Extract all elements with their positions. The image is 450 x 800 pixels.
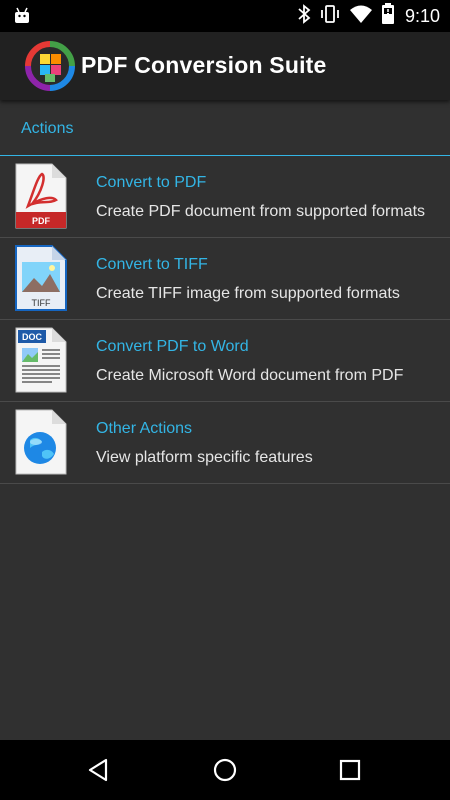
android-icon [12, 6, 32, 31]
svg-text:DOC: DOC [22, 332, 43, 342]
doc-file-icon: DOC [12, 326, 70, 394]
item-description: Create PDF document from supported forma… [96, 203, 426, 220]
battery-icon [381, 2, 395, 30]
item-title: Convert to TIFF [96, 256, 208, 273]
list-item-other-actions[interactable]: Other Actions View platform specific fea… [0, 402, 450, 484]
navigation-bar [0, 740, 450, 800]
actions-list: PDF Convert to PDF Create PDF document f… [0, 156, 450, 484]
app-title: PDF Conversion Suite [81, 52, 327, 78]
list-item-convert-pdf-to-word[interactable]: DOC Convert PDF to Word Create Microsoft… [0, 320, 450, 402]
item-description: Create Microsoft Word document from PDF [96, 367, 404, 384]
wifi-icon [349, 4, 373, 29]
item-description: Create TIFF image from supported formats [96, 285, 400, 302]
pdf-file-icon: PDF [12, 162, 70, 230]
bluetooth-icon [297, 3, 311, 29]
globe-file-icon [12, 408, 70, 476]
tiff-file-icon: TIFF [12, 244, 70, 312]
status-bar: 9:10 [0, 0, 450, 32]
item-title: Other Actions [96, 420, 193, 437]
back-icon[interactable] [84, 754, 116, 786]
status-time: 9:10 [404, 5, 440, 26]
item-title: Convert to PDF [96, 174, 207, 191]
app-logo-icon [20, 36, 80, 96]
list-item-convert-to-pdf[interactable]: PDF Convert to PDF Create PDF document f… [0, 156, 450, 238]
svg-text:PDF: PDF [32, 216, 51, 226]
svg-text:TIFF: TIFF [32, 298, 51, 308]
item-description: View platform specific features [96, 449, 313, 466]
home-icon[interactable] [209, 754, 241, 786]
app-bar: PDF Conversion Suite [0, 32, 450, 100]
section-title: Actions [21, 120, 74, 137]
list-item-convert-to-tiff[interactable]: TIFF Convert to TIFF Create TIFF image f… [0, 238, 450, 320]
section-header: Actions [0, 100, 450, 156]
vibrate-icon [319, 4, 341, 29]
item-title: Convert PDF to Word [96, 338, 249, 355]
recents-icon[interactable] [334, 754, 366, 786]
